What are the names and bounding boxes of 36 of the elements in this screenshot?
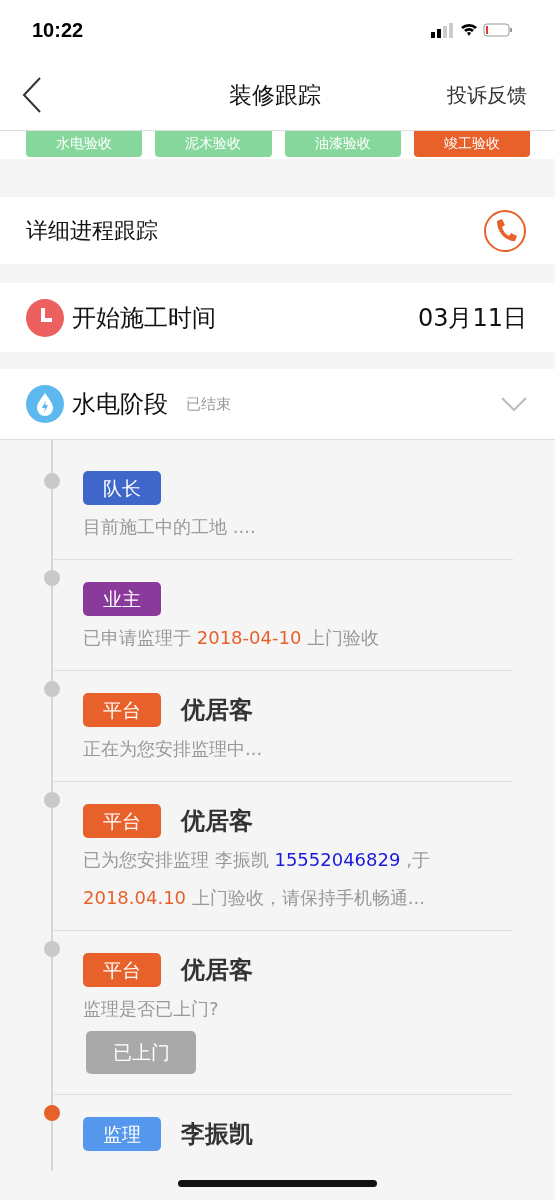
role-tag: 监理 [83,1117,161,1151]
stage-button[interactable]: 油漆验收 [284,131,401,157]
message-text: 已为您安排监理 李振凯 15552046829 ,于 [83,848,431,872]
role-tag: 平台 [83,804,161,838]
stage-button[interactable]: 泥木验收 [155,131,272,157]
message-text: 已申请监理于 2018-04-10 上门验收 [83,626,381,650]
message-text: 正在为您安排监理中... [83,737,264,761]
sender-name: 李振凯 [181,1119,253,1150]
signal-icon [431,23,453,38]
page-title: 装修跟踪 [228,80,321,110]
role-tag: 平台 [83,693,161,727]
phone-icon[interactable] [483,208,527,253]
sender-name: 优居客 [181,955,253,986]
message-text: 目前施工中的工地 .... [83,515,257,539]
section-title: 详细进程跟踪 [26,216,158,245]
wifi-icon [461,23,477,36]
stage-button[interactable]: 水电验收 [26,131,143,157]
stage-button[interactable]: 竣工验收 [413,131,530,157]
status-time: 10:22 [32,18,84,42]
role-tag: 队长 [83,471,161,505]
phase-status: 已结束 [186,394,231,414]
back-icon[interactable] [22,77,42,113]
clock-icon [26,298,64,337]
start-date: 03月11日 [417,302,527,334]
message-text: 监理是否已上门? [83,997,220,1021]
battery-icon [483,23,512,37]
role-tag: 业主 [83,582,161,616]
start-label: 开始施工时间 [72,302,216,334]
water-drop-icon [26,385,64,423]
sender-name: 优居客 [181,806,253,837]
message-text: 2018.04.10 上门验收，请保持手机畅通... [83,886,426,910]
complaint-link[interactable]: 投诉反馈 [447,81,527,109]
chevron-icon[interactable] [501,397,527,411]
phase-title: 水电阶段 [72,389,168,420]
role-tag: 平台 [83,953,161,987]
sender-name: 优居客 [181,695,253,726]
